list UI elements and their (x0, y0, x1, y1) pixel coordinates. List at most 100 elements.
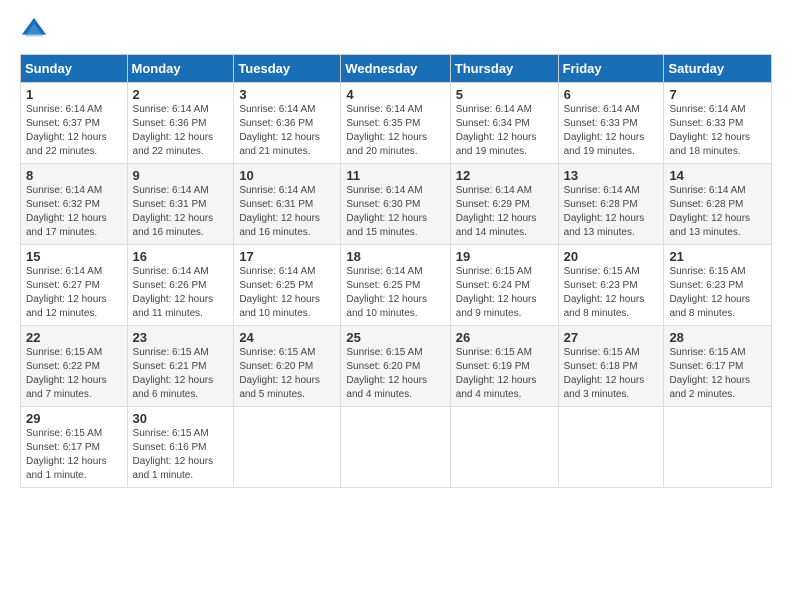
day-number: 17 (239, 249, 335, 264)
day-cell: 25 Sunrise: 6:15 AM Sunset: 6:20 PM Dayl… (341, 326, 450, 407)
day-cell: 13 Sunrise: 6:14 AM Sunset: 6:28 PM Dayl… (558, 164, 664, 245)
day-info: Sunrise: 6:15 AM Sunset: 6:20 PM Dayligh… (346, 346, 444, 402)
day-cell: 8 Sunrise: 6:14 AM Sunset: 6:32 PM Dayli… (21, 164, 128, 245)
day-info: Sunrise: 6:15 AM Sunset: 6:19 PM Dayligh… (456, 346, 553, 402)
day-cell: 21 Sunrise: 6:15 AM Sunset: 6:23 PM Dayl… (664, 245, 772, 326)
header-monday: Monday (127, 55, 234, 83)
day-info: Sunrise: 6:14 AM Sunset: 6:28 PM Dayligh… (564, 184, 659, 240)
header-tuesday: Tuesday (234, 55, 341, 83)
header-wednesday: Wednesday (341, 55, 450, 83)
header-friday: Friday (558, 55, 664, 83)
day-info: Sunrise: 6:14 AM Sunset: 6:31 PM Dayligh… (133, 184, 229, 240)
day-number: 13 (564, 168, 659, 183)
day-cell: 12 Sunrise: 6:14 AM Sunset: 6:29 PM Dayl… (450, 164, 558, 245)
day-cell: 18 Sunrise: 6:14 AM Sunset: 6:25 PM Dayl… (341, 245, 450, 326)
day-number: 10 (239, 168, 335, 183)
day-cell: 7 Sunrise: 6:14 AM Sunset: 6:33 PM Dayli… (664, 83, 772, 164)
day-cell: 27 Sunrise: 6:15 AM Sunset: 6:18 PM Dayl… (558, 326, 664, 407)
header-sunday: Sunday (21, 55, 128, 83)
day-number: 22 (26, 330, 122, 345)
day-number: 4 (346, 87, 444, 102)
day-number: 26 (456, 330, 553, 345)
day-number: 30 (133, 411, 229, 426)
logo (20, 16, 52, 44)
day-number: 25 (346, 330, 444, 345)
day-cell: 3 Sunrise: 6:14 AM Sunset: 6:36 PM Dayli… (234, 83, 341, 164)
day-info: Sunrise: 6:15 AM Sunset: 6:16 PM Dayligh… (133, 427, 229, 483)
day-cell (341, 407, 450, 488)
day-cell: 9 Sunrise: 6:14 AM Sunset: 6:31 PM Dayli… (127, 164, 234, 245)
day-number: 14 (669, 168, 766, 183)
day-number: 1 (26, 87, 122, 102)
day-info: Sunrise: 6:14 AM Sunset: 6:32 PM Dayligh… (26, 184, 122, 240)
day-info: Sunrise: 6:15 AM Sunset: 6:20 PM Dayligh… (239, 346, 335, 402)
day-cell (558, 407, 664, 488)
week-row-4: 29 Sunrise: 6:15 AM Sunset: 6:17 PM Dayl… (21, 407, 772, 488)
day-info: Sunrise: 6:14 AM Sunset: 6:36 PM Dayligh… (239, 103, 335, 159)
day-cell: 1 Sunrise: 6:14 AM Sunset: 6:37 PM Dayli… (21, 83, 128, 164)
day-number: 6 (564, 87, 659, 102)
day-cell: 22 Sunrise: 6:15 AM Sunset: 6:22 PM Dayl… (21, 326, 128, 407)
day-cell: 14 Sunrise: 6:14 AM Sunset: 6:28 PM Dayl… (664, 164, 772, 245)
day-info: Sunrise: 6:14 AM Sunset: 6:28 PM Dayligh… (669, 184, 766, 240)
header-saturday: Saturday (664, 55, 772, 83)
day-number: 5 (456, 87, 553, 102)
day-info: Sunrise: 6:15 AM Sunset: 6:23 PM Dayligh… (564, 265, 659, 321)
day-info: Sunrise: 6:14 AM Sunset: 6:25 PM Dayligh… (346, 265, 444, 321)
day-number: 29 (26, 411, 122, 426)
day-info: Sunrise: 6:14 AM Sunset: 6:31 PM Dayligh… (239, 184, 335, 240)
day-info: Sunrise: 6:14 AM Sunset: 6:37 PM Dayligh… (26, 103, 122, 159)
day-number: 2 (133, 87, 229, 102)
day-info: Sunrise: 6:15 AM Sunset: 6:17 PM Dayligh… (669, 346, 766, 402)
day-info: Sunrise: 6:14 AM Sunset: 6:29 PM Dayligh… (456, 184, 553, 240)
day-cell: 4 Sunrise: 6:14 AM Sunset: 6:35 PM Dayli… (341, 83, 450, 164)
day-info: Sunrise: 6:14 AM Sunset: 6:34 PM Dayligh… (456, 103, 553, 159)
day-cell: 11 Sunrise: 6:14 AM Sunset: 6:30 PM Dayl… (341, 164, 450, 245)
day-number: 8 (26, 168, 122, 183)
day-info: Sunrise: 6:14 AM Sunset: 6:26 PM Dayligh… (133, 265, 229, 321)
week-row-0: 1 Sunrise: 6:14 AM Sunset: 6:37 PM Dayli… (21, 83, 772, 164)
week-row-1: 8 Sunrise: 6:14 AM Sunset: 6:32 PM Dayli… (21, 164, 772, 245)
day-info: Sunrise: 6:14 AM Sunset: 6:30 PM Dayligh… (346, 184, 444, 240)
day-info: Sunrise: 6:14 AM Sunset: 6:33 PM Dayligh… (669, 103, 766, 159)
day-cell: 2 Sunrise: 6:14 AM Sunset: 6:36 PM Dayli… (127, 83, 234, 164)
day-info: Sunrise: 6:14 AM Sunset: 6:33 PM Dayligh… (564, 103, 659, 159)
day-cell: 17 Sunrise: 6:14 AM Sunset: 6:25 PM Dayl… (234, 245, 341, 326)
day-info: Sunrise: 6:15 AM Sunset: 6:24 PM Dayligh… (456, 265, 553, 321)
day-cell (664, 407, 772, 488)
day-info: Sunrise: 6:14 AM Sunset: 6:25 PM Dayligh… (239, 265, 335, 321)
day-info: Sunrise: 6:15 AM Sunset: 6:21 PM Dayligh… (133, 346, 229, 402)
day-cell: 10 Sunrise: 6:14 AM Sunset: 6:31 PM Dayl… (234, 164, 341, 245)
day-info: Sunrise: 6:15 AM Sunset: 6:22 PM Dayligh… (26, 346, 122, 402)
week-row-3: 22 Sunrise: 6:15 AM Sunset: 6:22 PM Dayl… (21, 326, 772, 407)
day-cell (234, 407, 341, 488)
day-cell: 30 Sunrise: 6:15 AM Sunset: 6:16 PM Dayl… (127, 407, 234, 488)
day-info: Sunrise: 6:15 AM Sunset: 6:18 PM Dayligh… (564, 346, 659, 402)
day-number: 3 (239, 87, 335, 102)
day-number: 28 (669, 330, 766, 345)
page: SundayMondayTuesdayWednesdayThursdayFrid… (0, 0, 792, 612)
day-cell: 20 Sunrise: 6:15 AM Sunset: 6:23 PM Dayl… (558, 245, 664, 326)
day-info: Sunrise: 6:15 AM Sunset: 6:17 PM Dayligh… (26, 427, 122, 483)
day-number: 18 (346, 249, 444, 264)
day-cell: 16 Sunrise: 6:14 AM Sunset: 6:26 PM Dayl… (127, 245, 234, 326)
header (20, 16, 772, 44)
day-number: 20 (564, 249, 659, 264)
day-info: Sunrise: 6:14 AM Sunset: 6:27 PM Dayligh… (26, 265, 122, 321)
day-info: Sunrise: 6:14 AM Sunset: 6:36 PM Dayligh… (133, 103, 229, 159)
day-cell: 19 Sunrise: 6:15 AM Sunset: 6:24 PM Dayl… (450, 245, 558, 326)
day-number: 19 (456, 249, 553, 264)
header-thursday: Thursday (450, 55, 558, 83)
week-row-2: 15 Sunrise: 6:14 AM Sunset: 6:27 PM Dayl… (21, 245, 772, 326)
day-cell: 23 Sunrise: 6:15 AM Sunset: 6:21 PM Dayl… (127, 326, 234, 407)
day-info: Sunrise: 6:14 AM Sunset: 6:35 PM Dayligh… (346, 103, 444, 159)
day-cell (450, 407, 558, 488)
logo-icon (20, 16, 48, 44)
calendar-header-row: SundayMondayTuesdayWednesdayThursdayFrid… (21, 55, 772, 83)
day-cell: 6 Sunrise: 6:14 AM Sunset: 6:33 PM Dayli… (558, 83, 664, 164)
day-number: 9 (133, 168, 229, 183)
day-number: 24 (239, 330, 335, 345)
day-number: 21 (669, 249, 766, 264)
day-number: 16 (133, 249, 229, 264)
day-number: 23 (133, 330, 229, 345)
